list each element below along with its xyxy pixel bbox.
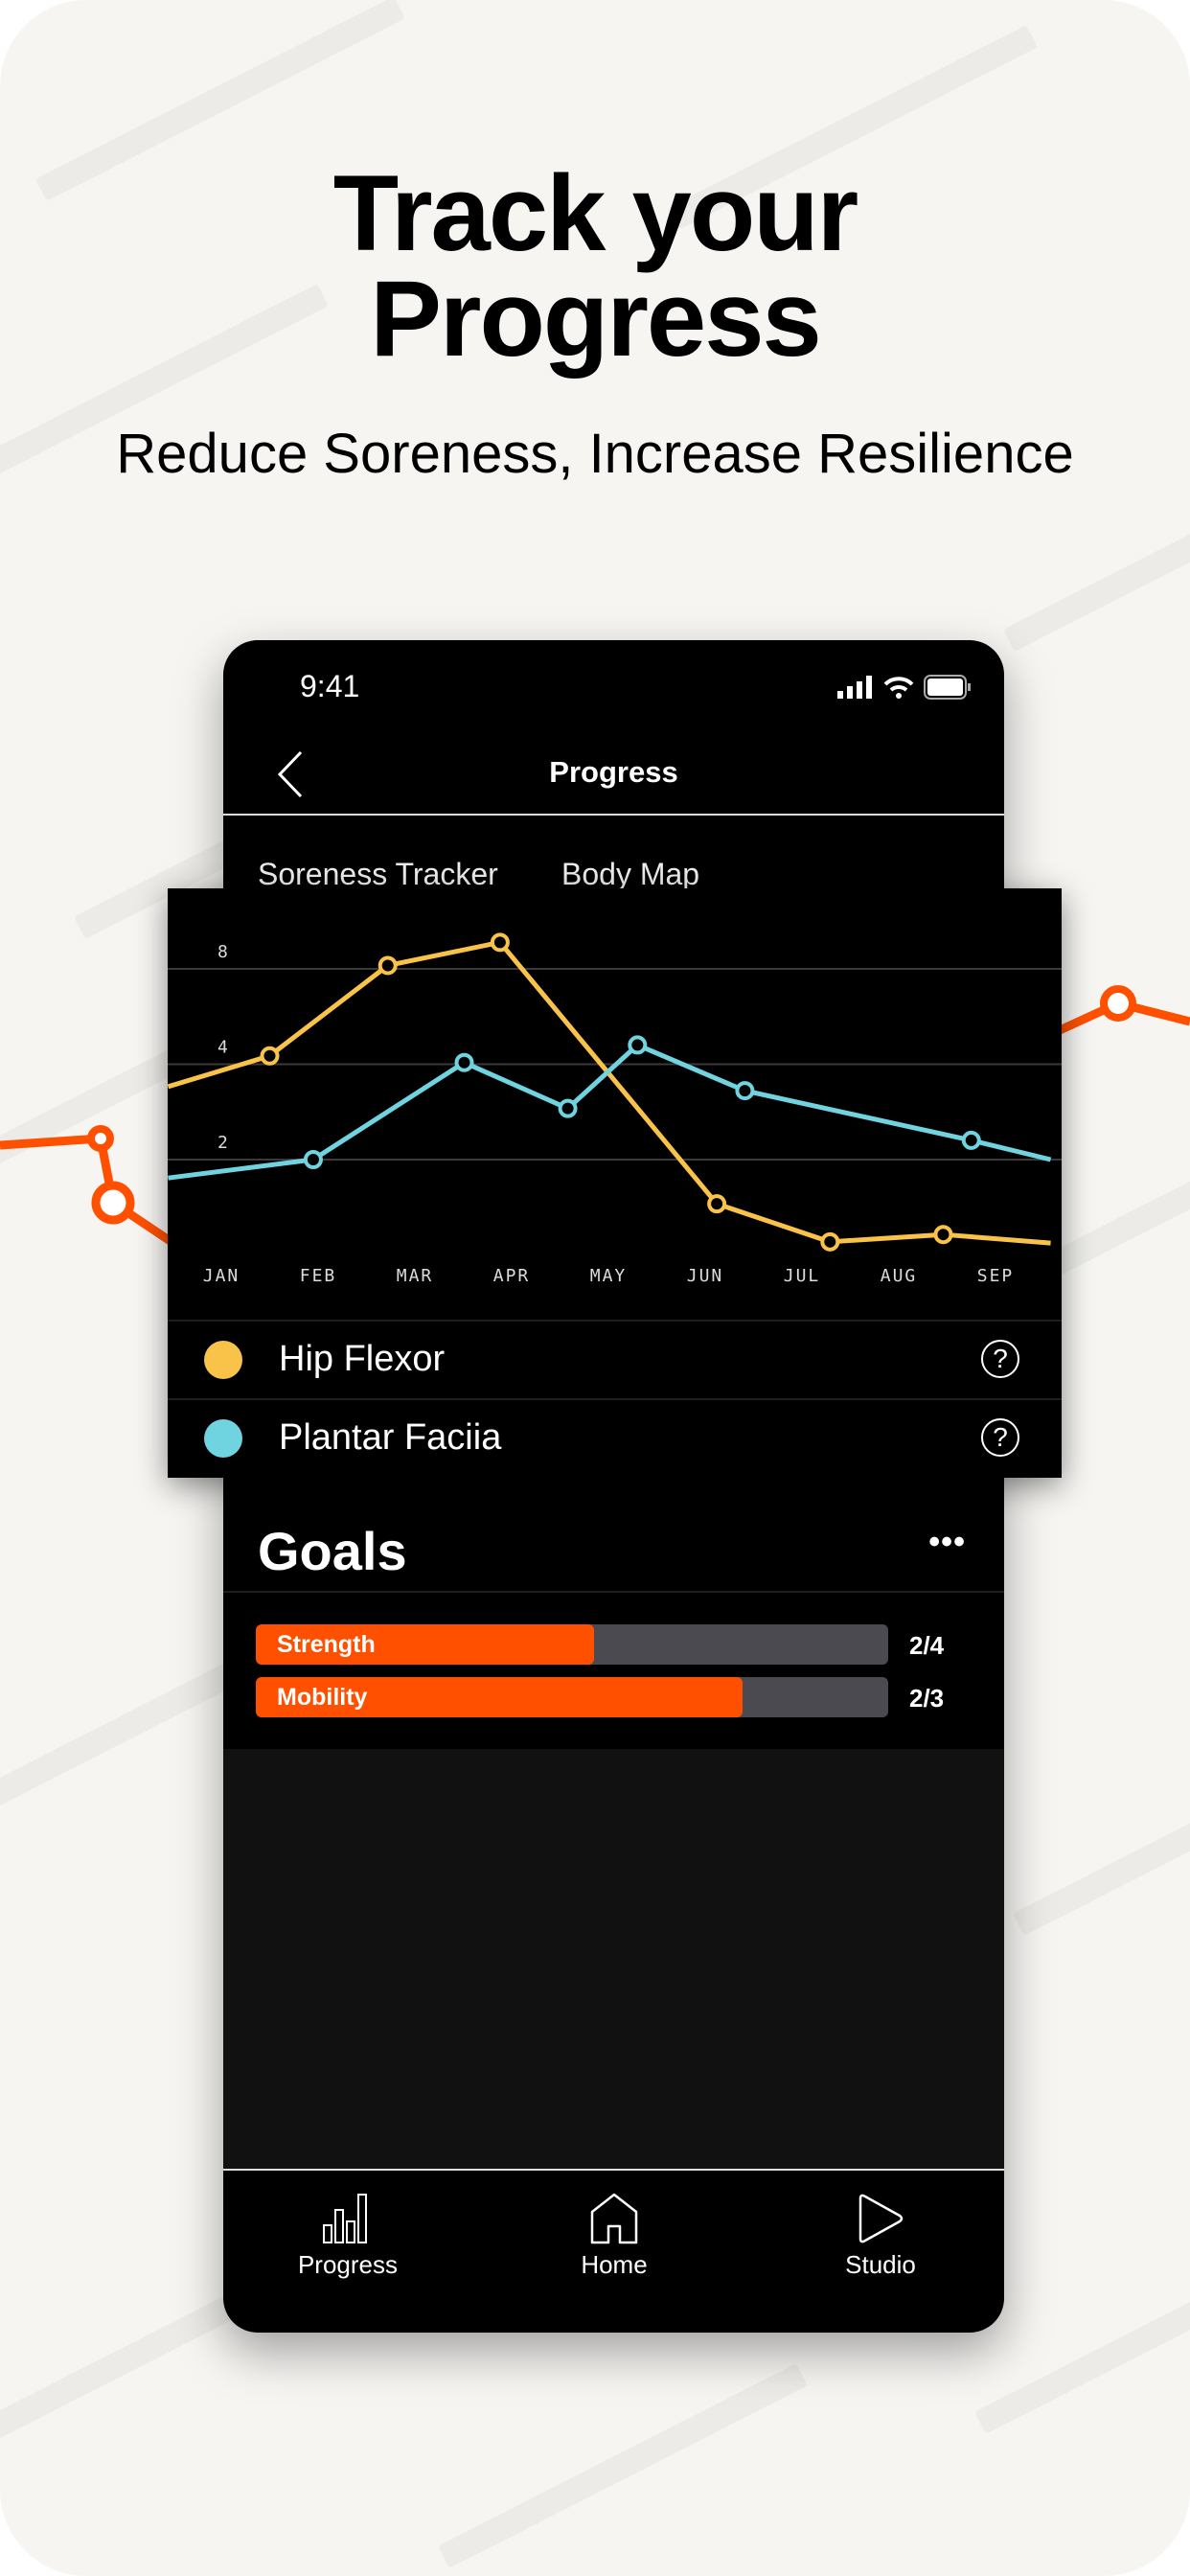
- data-point: [378, 955, 398, 976]
- legend-color-dot: [204, 1419, 242, 1458]
- tabbar-label: Studio: [845, 2250, 916, 2279]
- tabbar-progress[interactable]: Progress: [252, 2193, 444, 2280]
- goal-count: 2/3: [909, 1684, 945, 1713]
- bar-chart-icon: [323, 2194, 367, 2243]
- goals-divider: [223, 1591, 1004, 1593]
- y-tick-label: 8: [217, 942, 228, 962]
- data-point: [961, 1130, 981, 1150]
- legend-item-hip-flexor[interactable]: Hip Flexor ?: [168, 1322, 1062, 1398]
- goal-label: Mobility: [277, 1684, 368, 1711]
- play-icon: [858, 2194, 904, 2243]
- data-point: [707, 1194, 727, 1214]
- signal-icon: [837, 676, 872, 699]
- more-options-icon[interactable]: •••: [928, 1524, 966, 1561]
- subheadline: Reduce Soreness, Increase Resilience: [116, 423, 1074, 485]
- goal-progress-bar-mobility: Mobility: [256, 1677, 888, 1717]
- data-point: [933, 1225, 953, 1245]
- status-time: 9:41: [300, 669, 360, 703]
- series-line: [168, 939, 1051, 1246]
- soreness-chart-card: 8 4 2 JAN FEB MAR APR MAY JUN JUL AUG SEP Hip Flexo…: [168, 888, 1062, 1478]
- promo-background: Track your Progress Reduce Soreness, Inc…: [0, 0, 1190, 2576]
- goal-progress-bar-strength: Strength: [256, 1624, 888, 1665]
- tabbar-label: Home: [581, 2250, 648, 2279]
- data-point: [490, 932, 510, 953]
- tab-body-map[interactable]: Body Map: [561, 857, 699, 892]
- data-point: [454, 1052, 474, 1072]
- goal-count: 2/4: [909, 1631, 945, 1660]
- data-point: [628, 1035, 648, 1055]
- x-tick-label: APR: [493, 1266, 531, 1286]
- empty-content-area: [223, 1749, 1004, 2169]
- goals-title: Goals: [258, 1521, 407, 1581]
- legend-label: Plantar Faciia: [279, 1417, 502, 1458]
- x-tick-label: MAR: [397, 1266, 434, 1286]
- headline-line-2: Progress: [370, 259, 822, 379]
- x-tick-label: SEP: [977, 1266, 1015, 1286]
- x-tick-label: FEB: [300, 1266, 337, 1286]
- status-icons: [837, 675, 972, 700]
- tabbar-studio[interactable]: Studio: [785, 2193, 976, 2280]
- headline-line-1: Track your: [332, 153, 859, 273]
- nav-divider: [223, 814, 1004, 816]
- tab-bar-divider: [223, 2169, 1004, 2171]
- wifi-icon: [883, 677, 914, 699]
- legend-item-plantar-faciia[interactable]: Plantar Faciia ?: [168, 1400, 1062, 1477]
- y-tick-label: 2: [217, 1133, 228, 1153]
- x-tick-label: JUL: [784, 1266, 821, 1286]
- tab-soreness-tracker[interactable]: Soreness Tracker: [258, 857, 498, 892]
- page-title: Progress: [549, 755, 678, 789]
- x-tick-label: AUG: [881, 1266, 918, 1286]
- data-point: [558, 1098, 578, 1118]
- data-point: [260, 1046, 280, 1066]
- data-point: [303, 1150, 323, 1169]
- help-icon[interactable]: ?: [981, 1340, 1019, 1378]
- help-icon[interactable]: ?: [981, 1418, 1019, 1457]
- goal-label: Strength: [277, 1631, 376, 1658]
- x-tick-label: JUN: [687, 1266, 724, 1286]
- tabbar-label: Progress: [297, 2250, 399, 2279]
- x-tick-label: JAN: [203, 1266, 240, 1286]
- data-point: [735, 1081, 755, 1101]
- headline: Track your Progress: [0, 153, 1190, 379]
- soreness-line-chart: 8 4 2 JAN FEB MAR APR MAY JUN JUL AUG SEP: [168, 932, 1062, 1286]
- x-tick-label: MAY: [590, 1266, 628, 1286]
- battery-icon: [924, 675, 971, 700]
- legend-color-dot: [204, 1341, 242, 1379]
- data-point: [820, 1231, 840, 1252]
- home-icon: [590, 2193, 638, 2244]
- tabbar-home[interactable]: Home: [518, 2193, 710, 2280]
- y-tick-label: 4: [217, 1038, 228, 1058]
- legend-label: Hip Flexor: [279, 1339, 446, 1379]
